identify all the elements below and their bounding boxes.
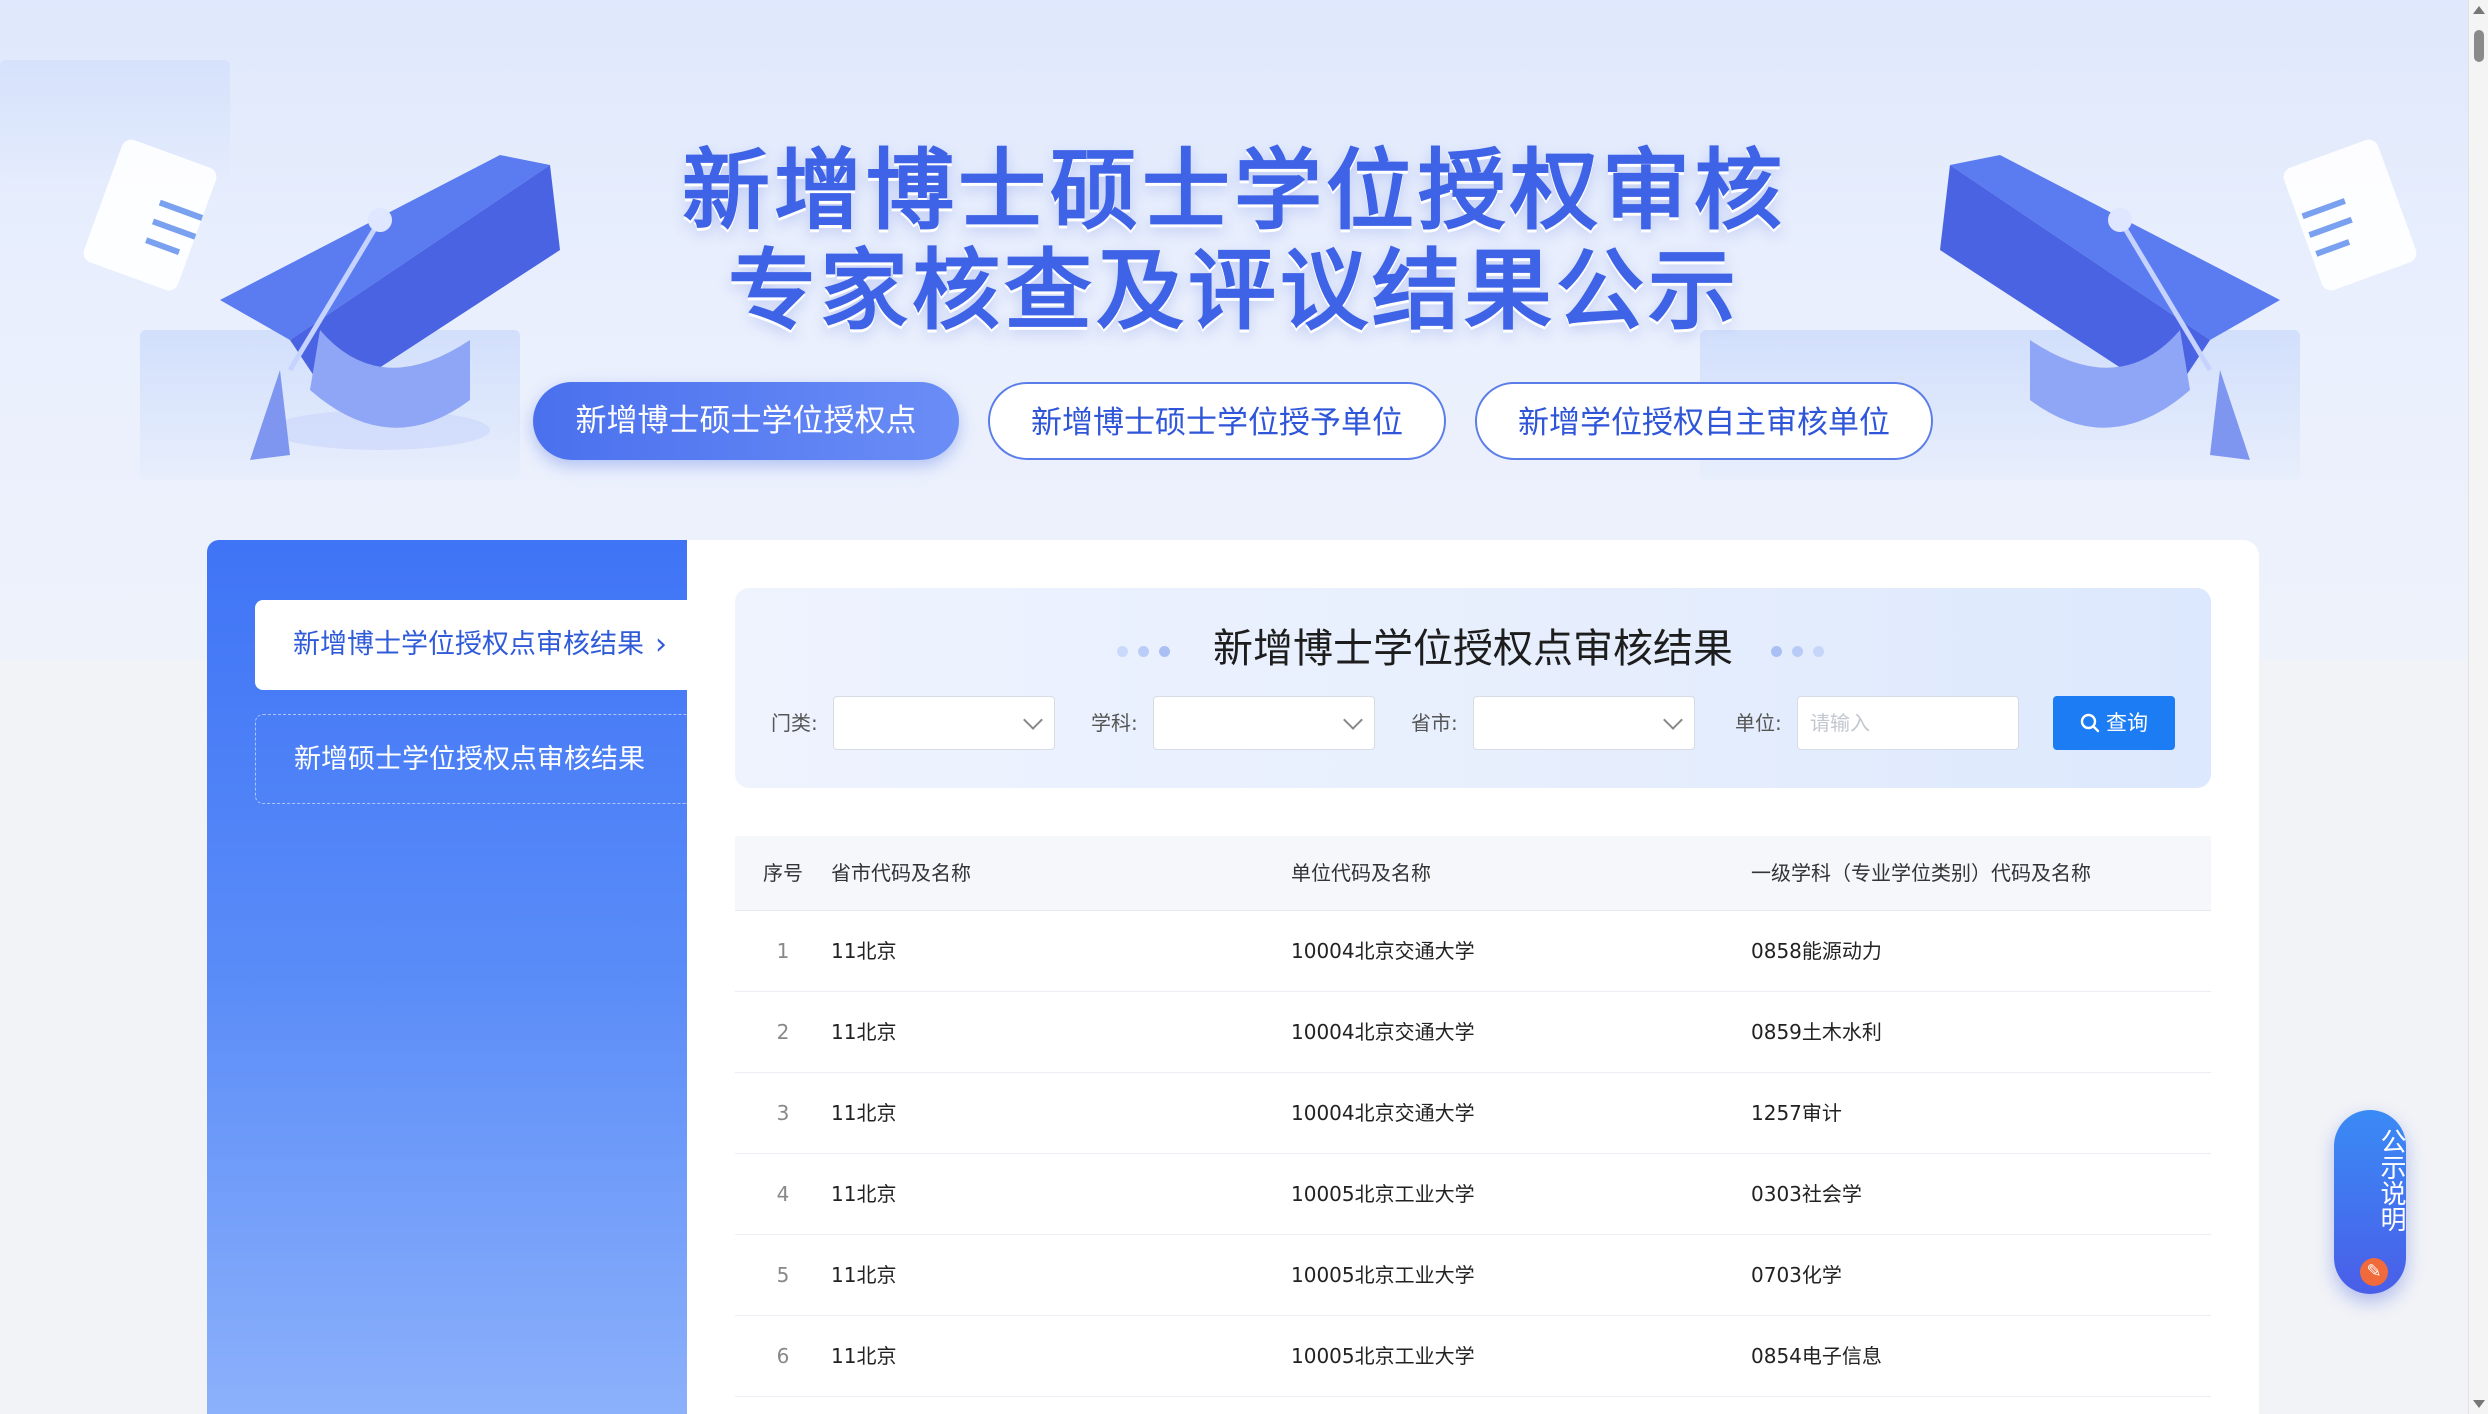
- cell-subject: 0854电子信息: [1751, 1344, 1882, 1368]
- cell-subject: 0303社会学: [1751, 1182, 1862, 1206]
- scrollbar[interactable]: [2468, 0, 2488, 1414]
- sidebar-item-master-results[interactable]: 新增硕士学位授权点审核结果: [255, 714, 687, 804]
- tab-doctoral-master-degree-points[interactable]: 新增博士硕士学位授权点: [533, 382, 959, 460]
- filter-panel: 新增博士学位授权点审核结果 门类: 学科: 省市: 单位: 查询: [735, 588, 2211, 788]
- unit-input[interactable]: [1797, 696, 2019, 750]
- scroll-up-arrow-icon[interactable]: [2473, 6, 2485, 14]
- cell-index: 5: [776, 1263, 790, 1287]
- scrollbar-thumb[interactable]: [2474, 30, 2484, 62]
- subject-select[interactable]: [1153, 696, 1375, 750]
- table-header: 序号 省市代码及名称 单位代码及名称 一级学科（专业学位类别）代码及名称: [735, 836, 2211, 911]
- sidebar-item-doctoral-results[interactable]: 新增博士学位授权点审核结果 ›: [255, 600, 687, 690]
- cell-index: 6: [776, 1344, 790, 1368]
- cell-unit: 10004北京交通大学: [1291, 939, 1475, 963]
- query-button-label: 查询: [2106, 711, 2148, 735]
- column-header-province: 省市代码及名称: [831, 861, 971, 885]
- chevron-down-icon: [1343, 710, 1363, 730]
- chevron-down-icon: [1023, 710, 1043, 730]
- column-header-unit: 单位代码及名称: [1291, 861, 1431, 885]
- hero-title-line2: 专家核查及评议结果公示: [727, 239, 1740, 342]
- cell-unit: 10005北京工业大学: [1291, 1182, 1475, 1206]
- decor-dots: [1771, 642, 1834, 661]
- table-row: 6 11北京 10005北京工业大学 0854电子信息: [735, 1316, 2211, 1397]
- table-row: 4 11北京 10005北京工业大学 0303社会学: [735, 1154, 2211, 1235]
- tab-degree-granting-units[interactable]: 新增博士硕士学位授予单位: [988, 382, 1446, 460]
- chevron-down-icon: [1663, 710, 1683, 730]
- public-notice-button[interactable]: 公示说明 ✎: [2334, 1110, 2406, 1294]
- chevron-right-icon: ›: [655, 627, 667, 662]
- cell-index: 2: [776, 1020, 790, 1044]
- column-header-subject: 一级学科（专业学位类别）代码及名称: [1751, 861, 2091, 885]
- tab-self-review-units[interactable]: 新增学位授权自主审核单位: [1475, 382, 1933, 460]
- province-label: 省市:: [1411, 711, 1458, 735]
- cell-index: 3: [776, 1101, 790, 1125]
- table-row: 2 11北京 10004北京交通大学 0859土木水利: [735, 992, 2211, 1073]
- query-button[interactable]: 查询: [2053, 696, 2175, 750]
- cell-unit: 10005北京工业大学: [1291, 1344, 1475, 1368]
- table-row: 3 11北京 10004北京交通大学 1257审计: [735, 1073, 2211, 1154]
- column-header-index: 序号: [763, 861, 803, 885]
- cell-index: 4: [776, 1182, 790, 1206]
- cell-province: 11北京: [831, 939, 897, 963]
- search-icon: [2080, 713, 2100, 733]
- province-select[interactable]: [1473, 696, 1695, 750]
- pencil-icon: ✎: [2360, 1258, 2388, 1286]
- cell-subject: 0859土木水利: [1751, 1020, 1882, 1044]
- cell-unit: 10004北京交通大学: [1291, 1020, 1475, 1044]
- cell-province: 11北京: [831, 1020, 897, 1044]
- table-row: 1 11北京 10004北京交通大学 0858能源动力: [735, 911, 2211, 992]
- scroll-down-arrow-icon[interactable]: [2473, 1400, 2485, 1408]
- category-select[interactable]: [833, 696, 1055, 750]
- sidebar-item-label: 新增硕士学位授权点审核结果: [294, 744, 645, 775]
- table-row: 5 11北京 10005北京工业大学 0703化学: [735, 1235, 2211, 1316]
- sidebar-item-label: 新增博士学位授权点审核结果: [293, 629, 644, 660]
- cell-subject: 0703化学: [1751, 1263, 1842, 1287]
- sidebar: 新增博士学位授权点审核结果 › 新增硕士学位授权点审核结果: [207, 540, 687, 1414]
- cell-province: 11北京: [831, 1101, 897, 1125]
- notice-label: 公示说明: [2376, 1128, 2406, 1232]
- cell-province: 11北京: [831, 1263, 897, 1287]
- cell-unit: 10005北京工业大学: [1291, 1263, 1475, 1287]
- subject-label: 学科:: [1091, 711, 1138, 735]
- panel-title: 新增博士学位授权点审核结果: [1213, 626, 1733, 672]
- results-table: 序号 省市代码及名称 单位代码及名称 一级学科（专业学位类别）代码及名称 1 1…: [735, 836, 2211, 1397]
- cell-province: 11北京: [831, 1182, 897, 1206]
- content-card: 新增博士学位授权点审核结果 门类: 学科: 省市: 单位: 查询 序号 省市代码…: [687, 540, 2259, 1414]
- cell-index: 1: [776, 939, 790, 963]
- cell-subject: 0858能源动力: [1751, 939, 1882, 963]
- cell-unit: 10004北京交通大学: [1291, 1101, 1475, 1125]
- cell-province: 11北京: [831, 1344, 897, 1368]
- cell-subject: 1257审计: [1751, 1101, 1842, 1125]
- category-label: 门类:: [771, 711, 818, 735]
- unit-label: 单位:: [1735, 711, 1782, 735]
